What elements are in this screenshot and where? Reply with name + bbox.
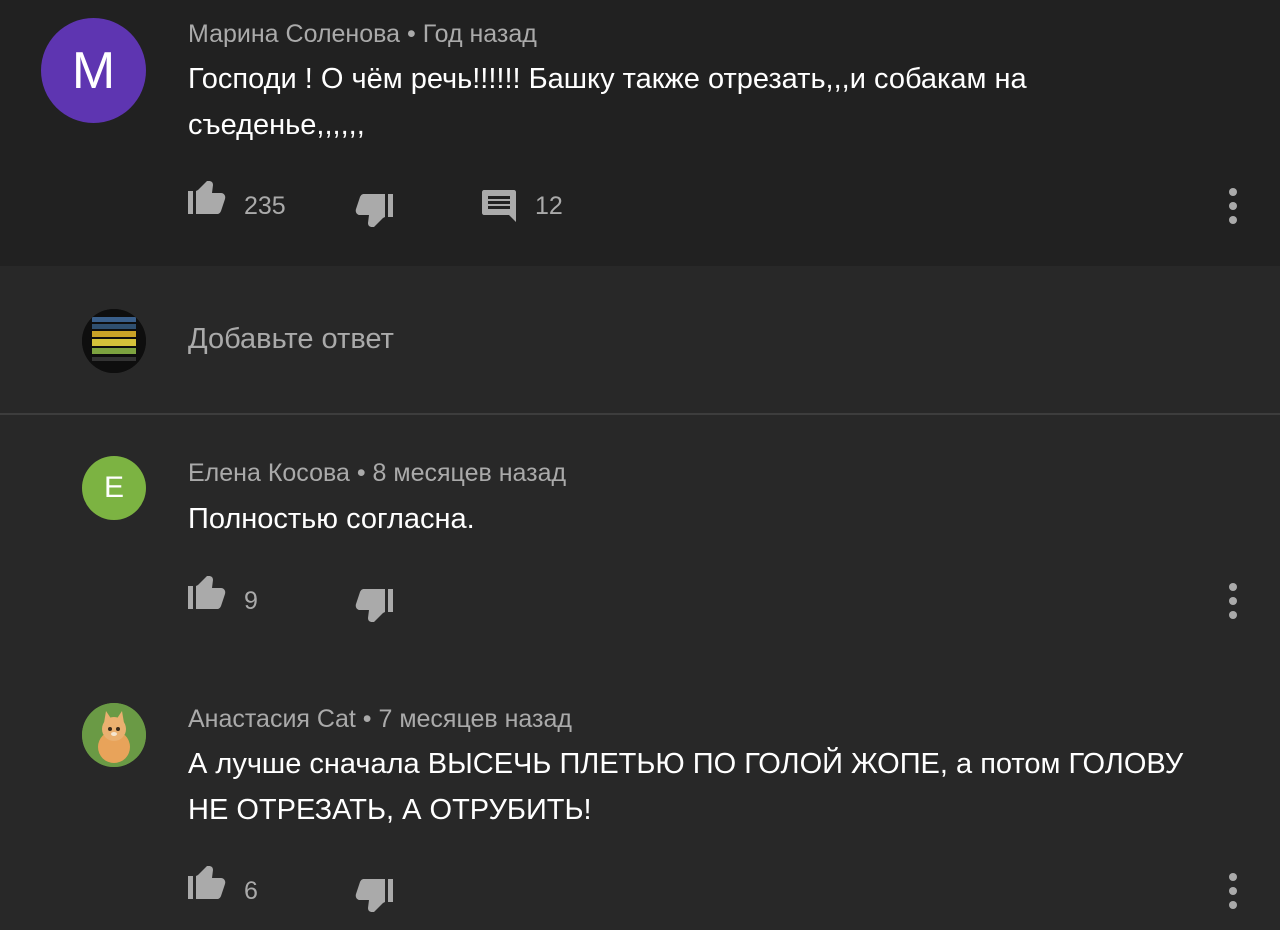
comment-icon[interactable]: [482, 190, 516, 222]
comment-time[interactable]: Год назад: [423, 20, 537, 48]
thumb-down-icon[interactable]: [355, 194, 393, 227]
comment-meta: Марина Соленова • Год назад: [188, 20, 537, 49]
comment-text: Полностью согласна.: [188, 503, 475, 535]
like-count: 6: [244, 877, 258, 905]
comment-author[interactable]: Анастасия Cat: [188, 705, 356, 733]
reply-input[interactable]: Добавьте ответ: [188, 323, 394, 356]
more-vert-icon[interactable]: [1229, 873, 1239, 915]
comment-meta: Анастасия Cat • 7 месяцев назад: [188, 705, 572, 734]
thumb-down-icon[interactable]: [355, 879, 393, 912]
thumb-down-icon[interactable]: [355, 589, 393, 622]
comment-author[interactable]: Елена Косова: [188, 459, 350, 487]
meta-separator: •: [349, 459, 373, 487]
comment-time[interactable]: 8 месяцев назад: [373, 459, 567, 487]
avatar: [82, 309, 146, 373]
comment-author[interactable]: Марина Соленова: [188, 20, 400, 48]
comment-text: А лучше сначала ВЫСЕЧЬ ПЛЕТЬЮ ПО ГОЛОЙ Ж…: [188, 748, 1184, 826]
meta-separator: •: [400, 20, 423, 48]
comment-text: Господи ! О чём речь!!!!!! Башку также о…: [188, 63, 1027, 141]
avatar[interactable]: E: [82, 456, 146, 520]
thumb-up-icon[interactable]: [188, 181, 226, 214]
more-vert-icon[interactable]: [1229, 188, 1239, 230]
avatar[interactable]: М: [41, 18, 146, 123]
comment-time[interactable]: 7 месяцев назад: [378, 705, 572, 733]
avatar-letter: М: [71, 41, 116, 100]
like-count: 9: [244, 587, 258, 615]
thumb-up-icon[interactable]: [188, 866, 226, 899]
comment-meta: Елена Косова • 8 месяцев назад: [188, 459, 566, 488]
avatar[interactable]: [82, 703, 146, 767]
thumb-up-icon[interactable]: [188, 576, 226, 609]
divider: [0, 413, 1280, 415]
like-count: 235: [244, 192, 286, 220]
avatar-letter: E: [103, 471, 124, 504]
meta-separator: •: [355, 705, 379, 733]
more-vert-icon[interactable]: [1229, 583, 1239, 625]
reply-count[interactable]: 12: [535, 192, 563, 221]
